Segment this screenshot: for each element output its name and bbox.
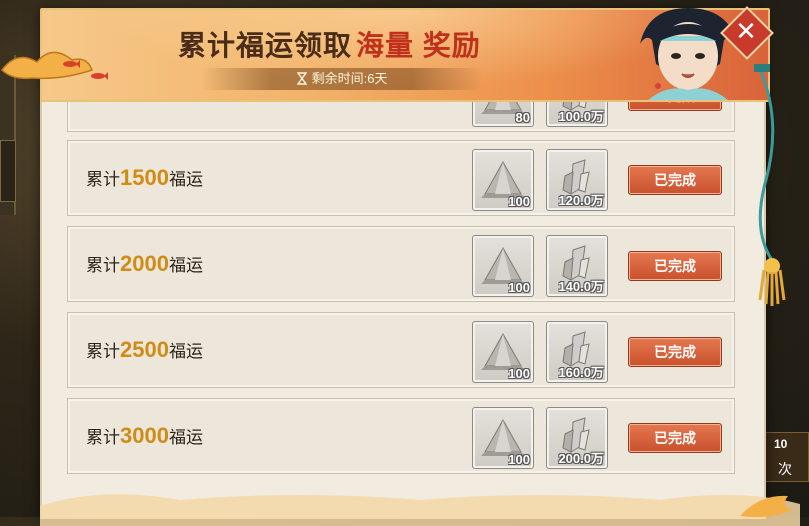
reward-item-stone[interactable]: 100 (472, 321, 534, 383)
row-label: 累计2500福运 (86, 337, 203, 363)
badge-number: 10 (774, 437, 788, 451)
reward-item-crystal[interactable]: 120.0万 (546, 149, 608, 211)
reward-row: 累计3000福运 100 200.0万 已完成 (67, 398, 735, 474)
background-right-badge: 10 次 (763, 432, 809, 482)
item-quantity: 140.0万 (558, 279, 604, 294)
gold-cloud-icon (1, 51, 93, 80)
close-button[interactable]: ✕ (732, 16, 760, 46)
character-portrait (628, 4, 748, 100)
reward-item-stone[interactable]: 100 (472, 407, 534, 469)
reward-row: 累计1500福运 100 120.0万 已完成 (67, 140, 735, 216)
reward-row: 累计2000福运 100 140.0万 已完成 (67, 226, 735, 302)
remaining-time: 剩余时间:6天 (202, 68, 482, 90)
row-suffix: 福运 (168, 256, 203, 275)
row-prefix: 累计 (86, 342, 120, 361)
item-quantity: 200.0万 (558, 451, 604, 466)
row-amount: 2000 (120, 251, 169, 276)
claimed-button[interactable]: 已完成 (628, 165, 722, 195)
reward-item-crystal[interactable]: 200.0万 (546, 407, 608, 469)
row-prefix: 累计 (86, 428, 120, 447)
footer-cloud-decoration (40, 494, 800, 526)
claimed-button[interactable]: 已完成 (628, 337, 722, 367)
item-quantity: 100 (508, 194, 530, 209)
item-quantity: 100 (508, 366, 530, 381)
row-amount: 1500 (120, 165, 169, 190)
item-quantity: 100 (508, 280, 530, 295)
row-suffix: 福运 (168, 342, 203, 361)
claimed-button[interactable]: 已完成 (628, 423, 722, 453)
background-left-tab-secondary (0, 140, 16, 202)
row-label: 累计1500福运 (86, 165, 203, 191)
koi-fish-icon (91, 72, 108, 80)
reward-item-stone[interactable]: 100 (472, 235, 534, 297)
row-prefix: 累计 (86, 256, 120, 275)
banner-title: 累计福运领取 海量 奖励 (178, 24, 481, 64)
title-text: 累计福运领取 (178, 30, 353, 61)
row-prefix: 累计 (86, 170, 120, 189)
badge-char: 次 (778, 461, 792, 477)
item-quantity: 120.0万 (558, 193, 604, 208)
row-label: 累计2000福运 (86, 251, 203, 277)
reward-item-crystal[interactable]: 140.0万 (546, 235, 608, 297)
row-suffix: 福运 (168, 170, 203, 189)
reward-item-crystal[interactable]: 160.0万 (546, 321, 608, 383)
row-label: 累计3000福运 (86, 423, 203, 449)
remaining-time-text: 剩余时间:6天 (311, 71, 388, 86)
reward-item-stone[interactable]: 100 (472, 149, 534, 211)
row-suffix: 福运 (168, 428, 203, 447)
row-amount: 2500 (120, 337, 169, 362)
reward-row: 累计2500福运 100 160.0万 已完成 (67, 312, 735, 388)
item-quantity: 100.0万 (558, 109, 604, 124)
hourglass-icon (296, 72, 307, 85)
title-highlight: 海量 奖励 (356, 30, 481, 61)
item-quantity: 160.0万 (558, 365, 604, 380)
koi-fish-icon (63, 60, 80, 68)
item-quantity: 80 (515, 110, 530, 125)
claimed-button[interactable]: 已完成 (628, 251, 722, 281)
item-quantity: 100 (508, 452, 530, 467)
row-amount: 3000 (120, 423, 169, 448)
tassel-icon (754, 64, 786, 306)
